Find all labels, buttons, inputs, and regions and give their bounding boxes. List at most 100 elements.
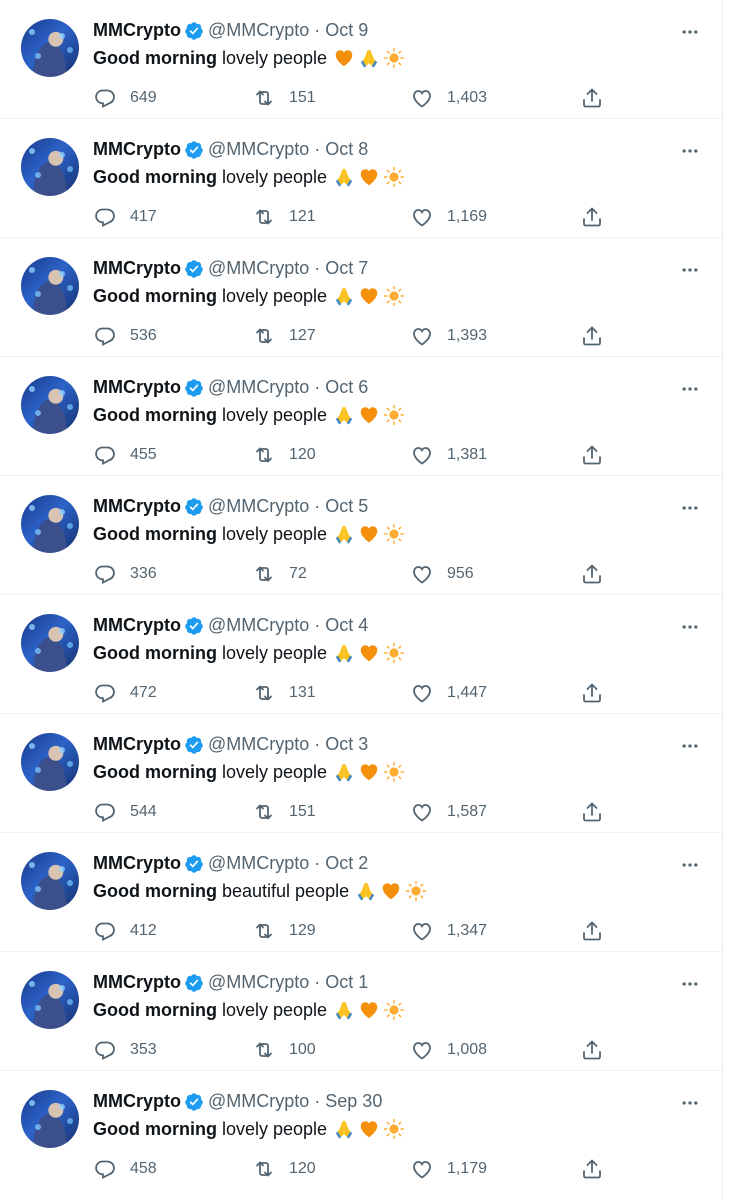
retweet-button[interactable]: 120 — [252, 443, 316, 467]
avatar[interactable] — [21, 1090, 79, 1148]
user-handle[interactable]: @MMCrypto — [208, 139, 309, 160]
tweet[interactable]: MMCrypto @MMCrypto · Oct 9 Good morning … — [0, 0, 722, 119]
retweet-button[interactable]: 151 — [252, 800, 316, 824]
user-handle[interactable]: @MMCrypto — [208, 377, 309, 398]
tweet-date[interactable]: Oct 8 — [325, 139, 368, 160]
display-name[interactable]: MMCrypto — [93, 20, 181, 41]
retweet-button[interactable]: 131 — [252, 681, 316, 705]
retweet-button[interactable]: 72 — [252, 562, 307, 586]
retweet-button[interactable]: 100 — [252, 1038, 316, 1062]
tweet-date[interactable]: Oct 2 — [325, 853, 368, 874]
share-button[interactable] — [580, 324, 604, 348]
like-button[interactable]: 956 — [410, 562, 474, 586]
user-handle[interactable]: @MMCrypto — [208, 853, 309, 874]
reply-button[interactable]: 472 — [93, 681, 157, 705]
reply-button[interactable]: 417 — [93, 205, 157, 229]
like-button[interactable]: 1,587 — [410, 800, 487, 824]
like-button[interactable]: 1,447 — [410, 681, 487, 705]
display-name[interactable]: MMCrypto — [93, 496, 181, 517]
like-button[interactable]: 1,347 — [410, 919, 487, 943]
avatar[interactable] — [21, 495, 79, 553]
display-name[interactable]: MMCrypto — [93, 139, 181, 160]
retweet-button[interactable]: 121 — [252, 205, 316, 229]
share-button[interactable] — [580, 800, 604, 824]
tweet[interactable]: MMCrypto @MMCrypto · Oct 1 Good morning … — [0, 952, 722, 1071]
display-name[interactable]: MMCrypto — [93, 258, 181, 279]
tweet-date[interactable]: Oct 6 — [325, 377, 368, 398]
avatar[interactable] — [21, 971, 79, 1029]
user-handle[interactable]: @MMCrypto — [208, 615, 309, 636]
more-options-icon[interactable] — [680, 1093, 700, 1113]
more-options-icon[interactable] — [680, 736, 700, 756]
retweet-button[interactable]: 120 — [252, 1157, 316, 1181]
tweet[interactable]: MMCrypto @MMCrypto · Oct 3 Good morning … — [0, 714, 722, 833]
user-handle[interactable]: @MMCrypto — [208, 734, 309, 755]
tweet[interactable]: MMCrypto @MMCrypto · Oct 6 Good morning … — [0, 357, 722, 476]
like-button[interactable]: 1,008 — [410, 1038, 487, 1062]
more-options-icon[interactable] — [680, 22, 700, 42]
more-options-icon[interactable] — [680, 379, 700, 399]
like-button[interactable]: 1,179 — [410, 1157, 487, 1181]
retweet-button[interactable]: 129 — [252, 919, 316, 943]
share-button[interactable] — [580, 919, 604, 943]
reply-button[interactable]: 353 — [93, 1038, 157, 1062]
user-handle[interactable]: @MMCrypto — [208, 20, 309, 41]
avatar[interactable] — [21, 19, 79, 77]
tweet[interactable]: MMCrypto @MMCrypto · Oct 4 Good morning … — [0, 595, 722, 714]
avatar[interactable] — [21, 257, 79, 315]
more-options-icon[interactable] — [680, 498, 700, 518]
like-button[interactable]: 1,169 — [410, 205, 487, 229]
reply-button[interactable]: 649 — [93, 86, 157, 110]
reply-button[interactable]: 536 — [93, 324, 157, 348]
user-handle[interactable]: @MMCrypto — [208, 258, 309, 279]
like-button[interactable]: 1,403 — [410, 86, 487, 110]
tweet-date[interactable]: Sep 30 — [325, 1091, 382, 1112]
reply-button[interactable]: 458 — [93, 1157, 157, 1181]
tweet-date[interactable]: Oct 4 — [325, 615, 368, 636]
tweet-date[interactable]: Oct 9 — [325, 20, 368, 41]
more-options-icon[interactable] — [680, 617, 700, 637]
display-name[interactable]: MMCrypto — [93, 615, 181, 636]
share-button[interactable] — [580, 1157, 604, 1181]
user-handle[interactable]: @MMCrypto — [208, 496, 309, 517]
like-button[interactable]: 1,381 — [410, 443, 487, 467]
user-handle[interactable]: @MMCrypto — [208, 972, 309, 993]
tweet-date[interactable]: Oct 3 — [325, 734, 368, 755]
display-name[interactable]: MMCrypto — [93, 1091, 181, 1112]
display-name[interactable]: MMCrypto — [93, 377, 181, 398]
display-name[interactable]: MMCrypto — [93, 734, 181, 755]
tweet[interactable]: MMCrypto @MMCrypto · Sep 30 Good morning… — [0, 1071, 722, 1199]
reply-button[interactable]: 544 — [93, 800, 157, 824]
reply-button[interactable]: 455 — [93, 443, 157, 467]
more-options-icon[interactable] — [680, 974, 700, 994]
avatar[interactable] — [21, 138, 79, 196]
more-options-icon[interactable] — [680, 141, 700, 161]
reply-button[interactable]: 336 — [93, 562, 157, 586]
user-handle[interactable]: @MMCrypto — [208, 1091, 309, 1112]
tweet[interactable]: MMCrypto @MMCrypto · Oct 7 Good morning … — [0, 238, 722, 357]
avatar[interactable] — [21, 614, 79, 672]
share-button[interactable] — [580, 681, 604, 705]
tweet-date[interactable]: Oct 5 — [325, 496, 368, 517]
display-name[interactable]: MMCrypto — [93, 853, 181, 874]
display-name[interactable]: MMCrypto — [93, 972, 181, 993]
share-button[interactable] — [580, 562, 604, 586]
like-button[interactable]: 1,393 — [410, 324, 487, 348]
retweet-button[interactable]: 151 — [252, 86, 316, 110]
tweet[interactable]: MMCrypto @MMCrypto · Oct 8 Good morning … — [0, 119, 722, 238]
avatar[interactable] — [21, 376, 79, 434]
retweet-button[interactable]: 127 — [252, 324, 316, 348]
share-button[interactable] — [580, 1038, 604, 1062]
avatar[interactable] — [21, 852, 79, 910]
more-options-icon[interactable] — [680, 855, 700, 875]
tweet-date[interactable]: Oct 7 — [325, 258, 368, 279]
share-button[interactable] — [580, 443, 604, 467]
avatar[interactable] — [21, 733, 79, 791]
tweet-date[interactable]: Oct 1 — [325, 972, 368, 993]
share-button[interactable] — [580, 86, 604, 110]
more-options-icon[interactable] — [680, 260, 700, 280]
tweet[interactable]: MMCrypto @MMCrypto · Oct 5 Good morning … — [0, 476, 722, 595]
reply-button[interactable]: 412 — [93, 919, 157, 943]
share-button[interactable] — [580, 205, 604, 229]
tweet[interactable]: MMCrypto @MMCrypto · Oct 2 Good morning … — [0, 833, 722, 952]
